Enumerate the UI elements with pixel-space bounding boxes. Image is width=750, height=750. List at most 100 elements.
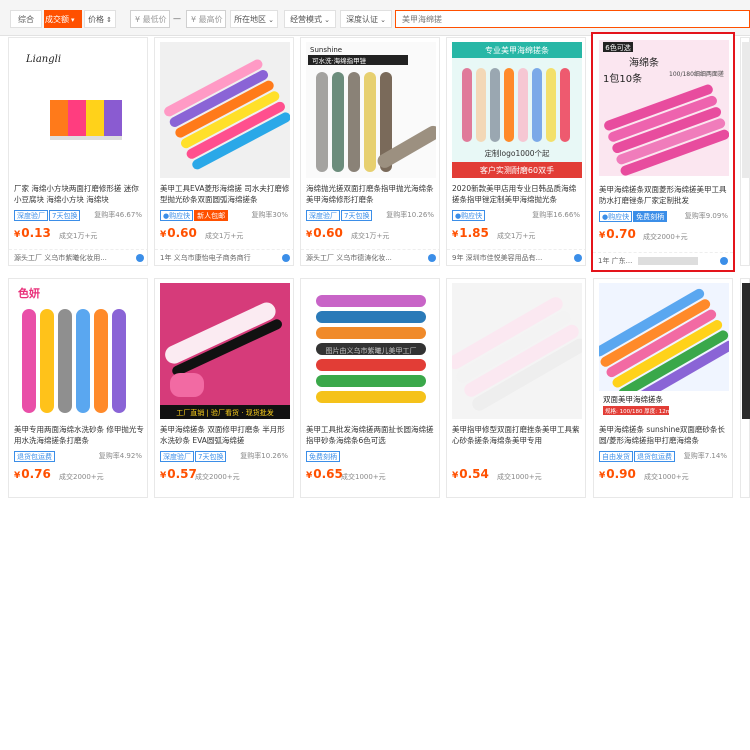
shop-link[interactable]: 9年 深圳市佳悦美容用品有...	[447, 249, 585, 265]
image-caption: 工厂直销 | 验厂看货 · 现货批发	[176, 408, 273, 417]
product-title[interactable]: 2020新款美甲店用专业日韩品质海绵搓条指甲锉定制美甲海绵抛光条	[452, 183, 582, 205]
chat-icon[interactable]	[136, 254, 144, 262]
product-card[interactable]: 双面美甲海绵搓条 规格: 100/180 厚度: 12mm 美甲海绵搓条 sun…	[593, 278, 733, 498]
service-tags: 免费刻柄	[306, 451, 436, 463]
tag-label: 深度验厂	[14, 210, 48, 221]
rebuy-rate: 复购率16.66%	[532, 211, 580, 219]
product-image-art	[164, 59, 290, 170]
price-value: 0.90	[606, 467, 636, 481]
rebuy-rate: 复购率10.26%	[386, 211, 434, 219]
tag-label: 7天包换	[341, 210, 373, 221]
product-image-art	[452, 297, 582, 411]
sales-volume: 成交1000+元	[644, 473, 689, 481]
chevron-down-icon: ⌄	[380, 16, 386, 24]
image-watermark: 图片由义乌市紫曦儿美甲工厂	[326, 346, 417, 355]
max-price-input[interactable]: ¥ 最高价	[186, 10, 226, 28]
search-input[interactable]: 美甲海绵搓	[395, 10, 750, 28]
sort-arrows-icon: ⇕	[106, 16, 112, 24]
sort-comprehensive-button[interactable]: 综合	[10, 10, 42, 28]
sales-volume: 成交1万+元	[351, 232, 390, 240]
product-card[interactable]: 色妍 美甲专用两面海绵水洗砂条 修甲抛光专用水洗海绵搓条打磨条 退货包运费 复购…	[8, 278, 148, 498]
sales-volume: 成交2000+元	[195, 473, 240, 481]
price-value: 0.13	[21, 226, 51, 240]
tag-label: 免费刻柄	[633, 211, 668, 222]
sort-price-button[interactable]: 价格 ⇕	[84, 10, 116, 28]
shop-link[interactable]: 源头工厂 义乌市紫曦化妆用...	[9, 249, 147, 265]
price-value: 0.60	[167, 226, 197, 240]
product-image[interactable]: 6色可选 海绵条 1包10条 100/180细细两面搓	[599, 40, 729, 176]
product-card[interactable]: Liangli 厂家 海绵小方块两面打磨修形搓 迷你小豆腐块 海绵小方块 海绵块…	[8, 37, 148, 266]
product-card-partial[interactable]	[740, 37, 750, 266]
chat-icon[interactable]	[428, 254, 436, 262]
shop-link[interactable]: 1年 义乌市康怡电子商务商行	[155, 249, 293, 265]
product-image[interactable]: 专业美甲海绵搓条 定制logo1000个起 客户实测耐磨60双手	[452, 42, 582, 178]
product-image[interactable]	[160, 42, 290, 178]
product-card[interactable]: 图片由义乌市紫曦儿美甲工厂 美甲工具批发海绵搓两面扯长圆海绵搓指甲砂条海绵条6色…	[300, 278, 440, 498]
min-price-input[interactable]: ¥ 最低价	[130, 10, 170, 28]
price-value: 0.54	[459, 467, 489, 481]
tag-label: 7天包换	[195, 451, 227, 462]
product-card[interactable]: 专业美甲海绵搓条 定制logo1000个起 客户实测耐磨60双手 2020新款美…	[446, 37, 586, 266]
product-title[interactable]: 美甲工具批发海绵搓两面扯长圆海绵搓指甲砂条海绵条6色可选	[306, 424, 436, 446]
shop-link[interactable]: 1年 广东...	[593, 252, 733, 268]
product-image-art: 双面美甲海绵搓条 规格: 100/180 厚度: 12mm	[599, 288, 729, 419]
chevron-down-icon: ⌄	[268, 16, 274, 24]
product-image[interactable]: 图片由义乌市紫曦儿美甲工厂	[306, 283, 436, 419]
shop-name: 源头工厂 义乌市德涛化妆...	[306, 254, 392, 262]
region-dropdown[interactable]: 所在地区 ⌄	[230, 10, 278, 28]
product-image[interactable]: Liangli	[14, 42, 144, 178]
product-title[interactable]: 美甲工具EVA菱形海绵搓 司水夫打磨修型抛光砂条双面圆弧海绵搓条	[160, 183, 290, 205]
chat-icon[interactable]	[574, 254, 582, 262]
chat-icon[interactable]	[720, 257, 728, 265]
tag-label: 自由发货	[599, 451, 633, 462]
product-card[interactable]: 美甲工具EVA菱形海绵搓 司水夫打磨修型抛光砂条双面圆弧海绵搓条 ●购应快 新人包…	[154, 37, 294, 266]
product-image[interactable]: 双面美甲海绵搓条 规格: 100/180 厚度: 12mm	[599, 283, 729, 419]
product-image-art: Sunshine 可水洗·海绵指甲锉	[308, 46, 436, 172]
product-title[interactable]: 美甲海绵搓条 双面修甲打磨条 半月形水洗砂条 EVA圆弧海绵搓	[160, 424, 290, 446]
image-caption: 定制logo1000个起	[484, 148, 550, 158]
certified-dropdown[interactable]: 深度认证 ⌄	[340, 10, 392, 28]
product-image[interactable]: Sunshine 可水洗·海绵指甲锉	[306, 42, 436, 178]
rebuy-rate: 复购率9.09%	[684, 212, 728, 220]
blurred-shop-name	[638, 257, 699, 265]
product-image-art: 工厂直销 | 验厂看货 · 现货批发	[160, 283, 290, 419]
price: ¥0.60	[306, 226, 343, 240]
product-title[interactable]: 美甲指甲修型双面打磨挫条美甲工具紫心砂条搓条海绵条美甲专用	[452, 424, 582, 446]
rebuy-rate: 复购率7.14%	[683, 452, 727, 460]
price-value: 1.85	[459, 226, 489, 240]
product-card[interactable]: 工厂直销 | 验厂看货 · 现货批发 美甲海绵搓条 双面修甲打磨条 半月形水洗砂…	[154, 278, 294, 498]
price-value: 0.57	[167, 467, 197, 481]
image-caption: 双面美甲海绵搓条	[603, 394, 663, 404]
sales-volume: 成交1万+元	[59, 232, 98, 240]
product-card[interactable]: Sunshine 可水洗·海绵指甲锉 海绵抛光搓双面打磨条指甲抛光海绵条美甲海绵…	[300, 37, 440, 266]
product-card-selected[interactable]: 6色可选 海绵条 1包10条 100/180细细两面搓 美甲海绵搓条双面菱形海绵…	[591, 32, 735, 272]
product-image-art: 色妍	[18, 286, 126, 413]
product-title[interactable]: 美甲海绵搓条双面菱形海绵搓美甲工具防水打磨锉条厂家定制批发	[599, 184, 729, 206]
image-caption: 1包10条	[603, 72, 642, 85]
product-card-partial[interactable]	[740, 278, 750, 498]
chat-icon[interactable]	[282, 254, 290, 262]
product-title[interactable]: 厂家 海绵小方块两面打磨修形搓 迷你小豆腐块 海绵小方块 海绵块	[14, 183, 144, 205]
product-image[interactable]	[452, 283, 582, 419]
price: ¥0.54	[452, 467, 489, 481]
product-image[interactable]: 色妍	[14, 283, 144, 419]
image-caption: 可水洗·海绵指甲锉	[312, 56, 367, 65]
price-value: 0.60	[313, 226, 343, 240]
product-card[interactable]: 美甲指甲修型双面打磨挫条美甲工具紫心砂条搓条海绵条美甲专用 ¥0.54 成交10…	[446, 278, 586, 498]
tag-label: ●购应快	[160, 210, 194, 221]
rebuy-rate: 复购率4.92%	[98, 452, 142, 460]
product-image[interactable]: 工厂直销 | 验厂看货 · 现货批发	[160, 283, 290, 419]
product-image	[742, 283, 750, 419]
product-title[interactable]: 美甲海绵搓条 sunshine双面磨砂条长圆/菱形海绵搓指甲打磨海绵条	[599, 424, 729, 446]
mode-label: 经营模式	[290, 15, 323, 24]
product-title[interactable]: 海绵抛光搓双面打磨条指甲抛光海绵条美甲海绵修形打磨条	[306, 183, 436, 205]
price: ¥0.76	[14, 467, 51, 481]
sort-sales-button[interactable]: 成交额 ▾	[44, 10, 82, 28]
sort-sales-label: 成交额	[45, 15, 69, 24]
mode-dropdown[interactable]: 经营模式 ⌄	[284, 10, 336, 28]
product-title[interactable]: 美甲专用两面海绵水洗砂条 修甲抛光专用水洗海绵搓条打磨条	[14, 424, 144, 446]
rebuy-rate: 复购率10.26%	[240, 452, 288, 460]
rebuy-rate: 复购率46.67%	[94, 211, 142, 219]
shop-link[interactable]: 源头工厂 义乌市德涛化妆...	[301, 249, 439, 265]
price-value: 0.65	[313, 467, 343, 481]
